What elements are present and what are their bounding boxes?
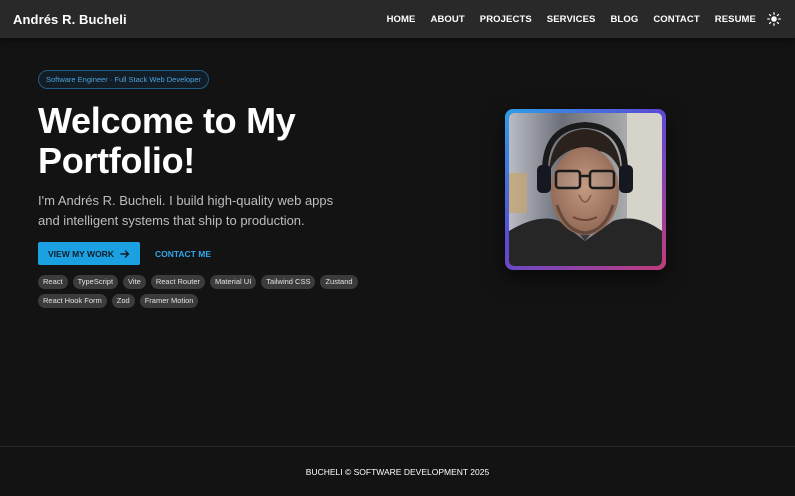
nav-contact[interactable]: CONTACT <box>653 14 699 25</box>
tech-tag: Vite <box>123 275 146 289</box>
tech-tag: Material UI <box>210 275 257 289</box>
nav-home[interactable]: HOME <box>387 14 416 25</box>
portrait-illustration <box>509 113 662 266</box>
tech-tag: React Router <box>150 275 206 289</box>
main-nav: HOME ABOUT PROJECTS SERVICES BLOG CONTAC… <box>387 11 782 27</box>
view-my-work-label: VIEW MY WORK <box>48 248 114 259</box>
hero-subtitle: I'm Andrés R. Bucheli. I build high-qual… <box>38 193 334 228</box>
nav-blog[interactable]: BLOG <box>610 14 638 25</box>
tech-tag: Tailwind CSS <box>261 275 316 289</box>
nav-services[interactable]: SERVICES <box>547 14 596 25</box>
nav-resume[interactable]: RESUME <box>715 14 756 25</box>
brand-logo[interactable]: Andrés R. Bucheli <box>13 12 127 27</box>
nav-about[interactable]: ABOUT <box>431 14 465 25</box>
tech-tag: React <box>38 275 68 289</box>
arrow-right-icon <box>120 249 130 258</box>
role-chip: Software Engineer · Full Stack Web Devel… <box>38 70 209 89</box>
navbar: Andrés R. Bucheli HOME ABOUT PROJECTS SE… <box>0 0 795 38</box>
tech-tag: Zod <box>111 294 135 308</box>
hero-title: Welcome to My Portfolio! <box>38 100 296 181</box>
profile-photo-frame <box>505 109 666 270</box>
tech-tag: React Hook Form <box>38 294 107 308</box>
hero-actions: VIEW MY WORK CONTACT ME <box>38 242 398 265</box>
footer-copyright: BUCHELI © SOFTWARE DEVELOPMENT 2025 <box>305 466 490 477</box>
hero-section: Software Engineer · Full Stack Web Devel… <box>38 69 398 313</box>
contact-me-button[interactable]: CONTACT ME <box>155 249 211 259</box>
sun-icon <box>767 12 781 26</box>
profile-photo <box>509 113 662 266</box>
nav-projects[interactable]: PROJECTS <box>480 14 532 25</box>
theme-toggle-button[interactable] <box>766 11 782 27</box>
tech-stack-list: React TypeScript Vite React Router Mater… <box>38 275 388 313</box>
tech-tag: Zustand <box>320 275 358 289</box>
tech-tag: TypeScript <box>72 275 119 289</box>
footer: BUCHELI © SOFTWARE DEVELOPMENT 2025 <box>0 446 795 496</box>
view-my-work-button[interactable]: VIEW MY WORK <box>38 242 140 265</box>
tech-tag: Framer Motion <box>139 294 199 308</box>
